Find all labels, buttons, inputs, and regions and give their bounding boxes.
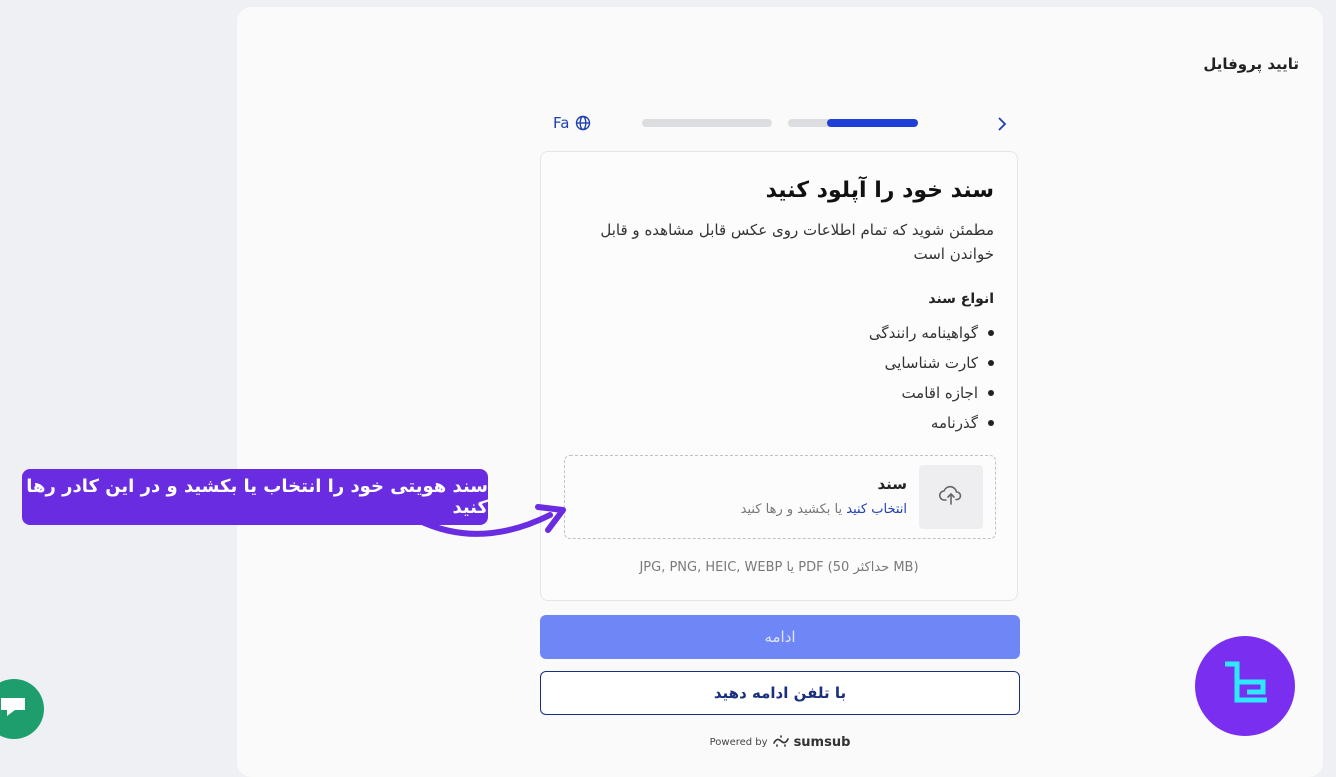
list-item: گذرنامه <box>869 408 994 438</box>
bullet-icon <box>988 360 994 366</box>
document-type-label: گواهینامه رانندگی <box>868 324 978 342</box>
document-type-label: گذرنامه <box>930 414 978 432</box>
powered-by-brand: sumsub <box>793 735 851 750</box>
list-item: کارت شناسایی <box>869 348 994 378</box>
continue-button[interactable]: ادامه <box>540 615 1020 659</box>
cloud-upload-icon <box>938 484 963 510</box>
dropzone-subtitle: انتخاب کنید یا بکشید و رها کنید <box>741 502 907 517</box>
chat-bubble-icon <box>0 694 29 724</box>
progress-step-2-fill <box>827 119 918 127</box>
chat-button[interactable] <box>0 679 44 739</box>
document-types-list: گواهینامه رانندگی کارت شناسایی اجازه اقا… <box>869 318 994 438</box>
language-label: Fa <box>553 114 570 132</box>
progress-step-2 <box>788 119 918 127</box>
allowed-formats: JPG, PNG, HEIC, WEBP یا PDF (حداکثر 50 M… <box>639 560 919 575</box>
upload-button[interactable] <box>919 465 983 529</box>
progress-step-1 <box>642 119 772 127</box>
powered-by: Powered by sumsub <box>540 735 1020 750</box>
chevron-right-icon <box>997 116 1007 135</box>
language-selector[interactable]: Fa <box>553 114 591 132</box>
dropzone-title: سند <box>877 475 907 493</box>
annotation-arrow-icon <box>415 504 566 537</box>
globe-icon <box>575 115 591 131</box>
main-panel: تایید پروفایل Fa سند خود را آپلود کنید م… <box>237 7 1323 777</box>
sumsub-logo-icon <box>772 735 789 750</box>
card-description: مطمئن شوید که تمام اطلاعات روی عکس قابل … <box>600 221 994 263</box>
bullet-icon <box>988 330 994 336</box>
page-title: تایید پروفایل <box>1203 55 1299 73</box>
continue-with-phone-button[interactable]: با تلفن ادامه دهید <box>540 671 1020 715</box>
upload-card: سند خود را آپلود کنید مطمئن شوید که تمام… <box>540 151 1018 601</box>
document-type-label: اجازه اقامت <box>901 384 978 402</box>
dropzone-hint: یا بکشید و رها کنید <box>740 502 847 517</box>
brand-logo-icon <box>1195 636 1295 736</box>
list-item: گواهینامه رانندگی <box>869 318 994 348</box>
document-dropzone[interactable]: سند انتخاب کنید یا بکشید و رها کنید <box>564 455 996 539</box>
document-types-heading: انواع سند <box>928 291 994 307</box>
bullet-icon <box>988 420 994 426</box>
document-type-label: کارت شناسایی <box>884 354 978 372</box>
select-file-link[interactable]: انتخاب کنید <box>846 502 907 517</box>
bullet-icon <box>988 390 994 396</box>
list-item: اجازه اقامت <box>869 378 994 408</box>
card-heading: سند خود را آپلود کنید <box>765 178 994 203</box>
back-button[interactable] <box>990 113 1014 137</box>
powered-by-label: Powered by <box>709 737 768 748</box>
